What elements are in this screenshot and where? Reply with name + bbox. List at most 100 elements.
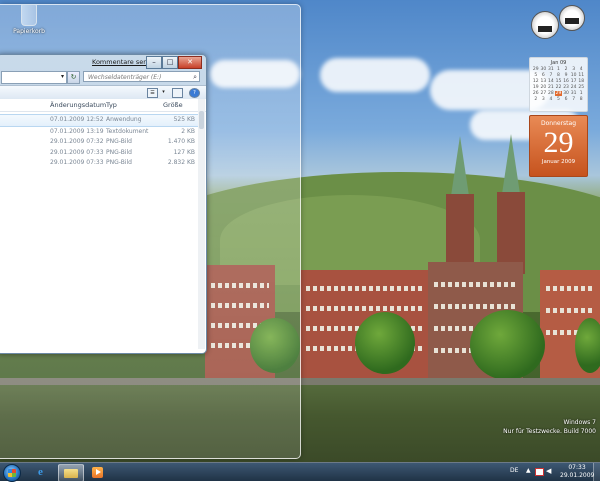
calendar-day-cell[interactable]: 18 <box>577 79 585 84</box>
calendar-day-cell[interactable]: 13 <box>540 79 548 84</box>
vertical-scrollbar[interactable] <box>198 99 205 349</box>
media-player-icon <box>92 467 103 478</box>
calendar-day-cell[interactable]: 4 <box>577 67 585 72</box>
calendar-day-cell[interactable]: 5 <box>532 73 540 78</box>
calendar-day-cell[interactable]: 30 <box>540 67 548 72</box>
calendar-day-cell[interactable]: 2 <box>532 97 540 102</box>
calendar-day-cell[interactable]: 3 <box>570 67 578 72</box>
calendar-day-cell[interactable]: 17 <box>570 79 578 84</box>
maximize-button[interactable]: □ <box>162 56 178 69</box>
calendar-day-cell[interactable]: 15 <box>555 79 563 84</box>
watermark-line: Nur für Testzwecke. Build 7000 <box>503 428 596 435</box>
tray-expand-icon[interactable]: ▲ <box>526 467 531 474</box>
calendar-day-cell[interactable]: 7 <box>570 97 578 102</box>
help-icon[interactable]: ? <box>189 88 200 98</box>
tree <box>355 312 415 374</box>
file-date: 07.01.2009 13:19 <box>50 127 104 135</box>
taskbar-media-player[interactable] <box>86 464 110 480</box>
calendar-month-year: Januar 2009 <box>541 159 576 165</box>
clock-date: 29.01.2009 <box>560 472 595 479</box>
calendar-day-cell[interactable]: 30 <box>562 91 570 96</box>
calendar-day-cell[interactable]: 7 <box>547 73 555 78</box>
minimize-button[interactable]: – <box>146 56 162 69</box>
taskbar-clock[interactable]: 07:33 29.01.2009 <box>560 464 594 480</box>
file-type: PNG-Bild <box>106 138 132 145</box>
preview-pane-icon[interactable] <box>172 88 183 98</box>
file-row[interactable]: 29.01.2009 07:33 PNG-Bild 2.832 KB <box>0 158 206 169</box>
start-button[interactable] <box>3 464 21 482</box>
language-indicator[interactable]: DE <box>510 467 518 474</box>
address-row: ▾ ↻ Wechseldatenträger (E:) durchsuchen … <box>0 69 206 92</box>
file-date: 29.01.2009 07:33 <box>50 148 104 156</box>
calendar-day-cell[interactable]: 20 <box>540 85 548 90</box>
taskbar-internet-explorer[interactable]: e <box>32 464 56 480</box>
show-desktop-button[interactable] <box>593 463 600 481</box>
calendar-day-cell[interactable]: 3 <box>540 97 548 102</box>
search-icon[interactable]: ⌕ <box>193 72 197 83</box>
view-options-icon[interactable]: ☰ <box>147 88 158 98</box>
build-watermark: Windows 7 Nur für Testzwecke. Build 7000 <box>503 418 596 436</box>
file-row[interactable]: 07.01.2009 12:52 Anwendung 525 KB <box>0 114 202 127</box>
calendar-day-cell[interactable]: 8 <box>577 97 585 102</box>
calendar-day-cell[interactable]: 23 <box>562 85 570 90</box>
calendar-day-cell[interactable]: 25 <box>577 85 585 90</box>
desktop-icon-label: Papierkorb <box>13 28 45 35</box>
recycle-bin-desktop-icon[interactable]: Papierkorb <box>10 4 48 35</box>
calendar-day-cell[interactable]: 9 <box>562 73 570 78</box>
calendar-day-cell[interactable]: 31 <box>547 67 555 72</box>
calendar-day-cell[interactable]: 2 <box>562 67 570 72</box>
column-date[interactable]: Änderungsdatum <box>50 101 106 109</box>
calendar-day-cell[interactable]: 29 <box>532 67 540 72</box>
file-size: 1.470 KB <box>167 138 195 145</box>
calendar-day-cell[interactable]: 16 <box>562 79 570 84</box>
calendar-day-cell[interactable]: 8 <box>555 73 563 78</box>
calendar-gadget[interactable]: Jan 09 29 30 31 1 2 3 4 5 6 7 8 9 10 11 12 13 14 15 16 17 18… <box>529 57 588 177</box>
calendar-month-view: Jan 09 29 30 31 1 2 3 4 5 6 7 8 9 10 11 12 13 14 15 16 17 18… <box>529 57 588 112</box>
calendar-day-cell[interactable]: 6 <box>562 97 570 102</box>
calendar-day-cell[interactable]: 27 <box>540 91 548 96</box>
clock-gadget[interactable] <box>531 11 559 39</box>
chevron-down-icon[interactable]: ▾ <box>159 88 168 96</box>
title-bar[interactable]: Kommentare senden – □ ✕ <box>0 55 206 69</box>
column-type[interactable]: Typ <box>106 101 117 109</box>
explorer-window[interactable]: Kommentare senden – □ ✕ ▾ ↻ Wechseldaten… <box>0 54 207 354</box>
action-center-icon[interactable] <box>535 468 544 476</box>
file-row[interactable]: 07.01.2009 13:19 Textdokument 2 KB <box>0 127 206 138</box>
folder-icon <box>64 469 78 478</box>
calendar-day-cell[interactable]: 5 <box>555 97 563 102</box>
search-input[interactable]: Wechseldatenträger (E:) durchsuchen ⌕ <box>83 71 200 92</box>
calendar-day-cell[interactable]: 12 <box>532 79 540 84</box>
calendar-day-cell[interactable]: 28 <box>547 91 555 96</box>
file-date: 07.01.2009 12:52 <box>50 116 104 123</box>
file-type: Anwendung <box>106 116 142 123</box>
clock-face-icon <box>565 18 579 24</box>
refresh-button[interactable]: ↻ <box>67 71 80 84</box>
scrollbar-thumb[interactable] <box>199 111 204 129</box>
file-size: 525 KB <box>173 116 195 123</box>
calendar-day-cell[interactable]: 6 <box>540 73 548 78</box>
column-size[interactable]: Größe <box>163 101 183 109</box>
clock-gadget[interactable] <box>559 5 585 31</box>
chevron-down-icon[interactable]: ▾ <box>61 73 64 80</box>
volume-icon[interactable]: ◀ <box>546 467 551 475</box>
close-button[interactable]: ✕ <box>178 56 202 69</box>
calendar-day-cell[interactable]: 14 <box>547 79 555 84</box>
calendar-day-cell[interactable]: 11 <box>577 73 585 78</box>
calendar-day-cell[interactable]: 24 <box>570 85 578 90</box>
calendar-day-cell[interactable]: 4 <box>547 97 555 102</box>
calendar-day-cell[interactable]: 22 <box>555 85 563 90</box>
calendar-day-cell[interactable]: 10 <box>570 73 578 78</box>
calendar-day-cell[interactable]: 19 <box>532 85 540 90</box>
file-row[interactable]: 29.01.2009 07:33 PNG-Bild 127 KB <box>0 148 206 159</box>
file-list[interactable]: Änderungsdatum Typ Größe 07.01.2009 12:5… <box>0 99 206 353</box>
calendar-day-cell[interactable]: 1 <box>555 67 563 72</box>
calendar-day-cell[interactable]: 26 <box>532 91 540 96</box>
calendar-day-cell[interactable]: 21 <box>547 85 555 90</box>
address-bar[interactable]: ▾ <box>1 71 67 84</box>
clock-face-icon <box>538 26 552 32</box>
taskbar-windows-explorer[interactable] <box>58 464 84 482</box>
calendar-day-cell[interactable]: 29 <box>554 91 563 96</box>
calendar-day-cell[interactable]: 31 <box>570 91 578 96</box>
calendar-day-cell[interactable]: 1 <box>577 91 585 96</box>
file-row[interactable]: 29.01.2009 07:32 PNG-Bild 1.470 KB <box>0 137 206 148</box>
